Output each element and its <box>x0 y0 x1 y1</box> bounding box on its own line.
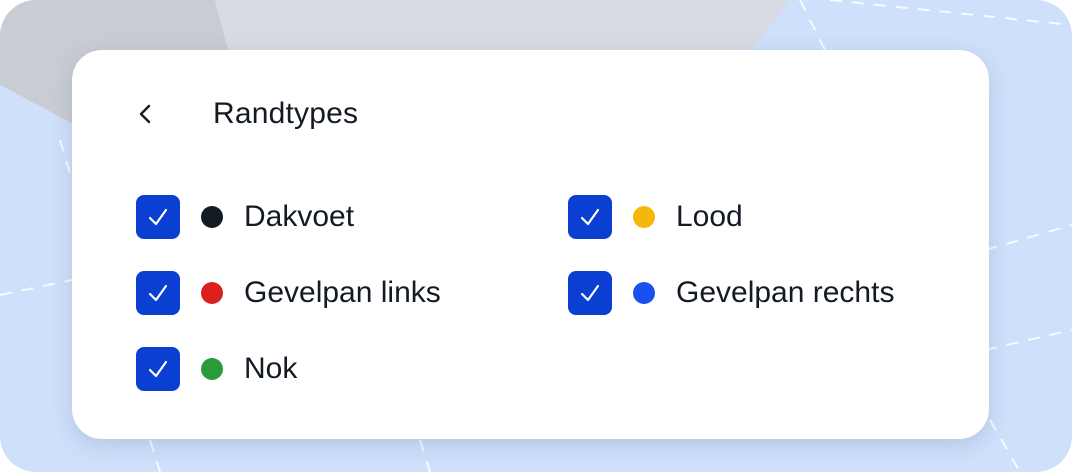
check-icon <box>148 284 168 302</box>
option-lood[interactable]: Lood <box>568 195 743 239</box>
option-label: Lood <box>676 200 743 233</box>
check-icon <box>580 208 600 226</box>
option-gevelpan-links[interactable]: Gevelpan links <box>136 271 441 315</box>
color-dot <box>633 282 655 304</box>
color-dot <box>201 358 223 380</box>
chevron-left-icon <box>139 104 151 124</box>
checkbox[interactable] <box>568 195 612 239</box>
back-button[interactable] <box>126 94 166 134</box>
option-label: Nok <box>244 352 298 385</box>
option-label: Dakvoet <box>244 200 355 233</box>
option-nok[interactable]: Nok <box>136 347 297 391</box>
option-gevelpan-rechts[interactable]: Gevelpan rechts <box>568 271 894 315</box>
color-dot <box>201 282 223 304</box>
option-dakvoet[interactable]: Dakvoet <box>136 195 354 239</box>
color-dot <box>633 206 655 228</box>
checkbox[interactable] <box>136 347 180 391</box>
check-icon <box>148 360 168 378</box>
checkbox[interactable] <box>136 195 180 239</box>
option-label: Gevelpan links <box>244 276 441 309</box>
color-dot <box>201 206 223 228</box>
checkbox[interactable] <box>568 271 612 315</box>
panel-title: Randtypes <box>213 97 359 130</box>
check-icon <box>580 284 600 302</box>
checkbox[interactable] <box>136 271 180 315</box>
map-view: Randtypes Dakvoet Lood Gevelpan links Ge… <box>0 0 1072 472</box>
check-icon <box>148 208 168 226</box>
option-label: Gevelpan rechts <box>676 276 895 309</box>
